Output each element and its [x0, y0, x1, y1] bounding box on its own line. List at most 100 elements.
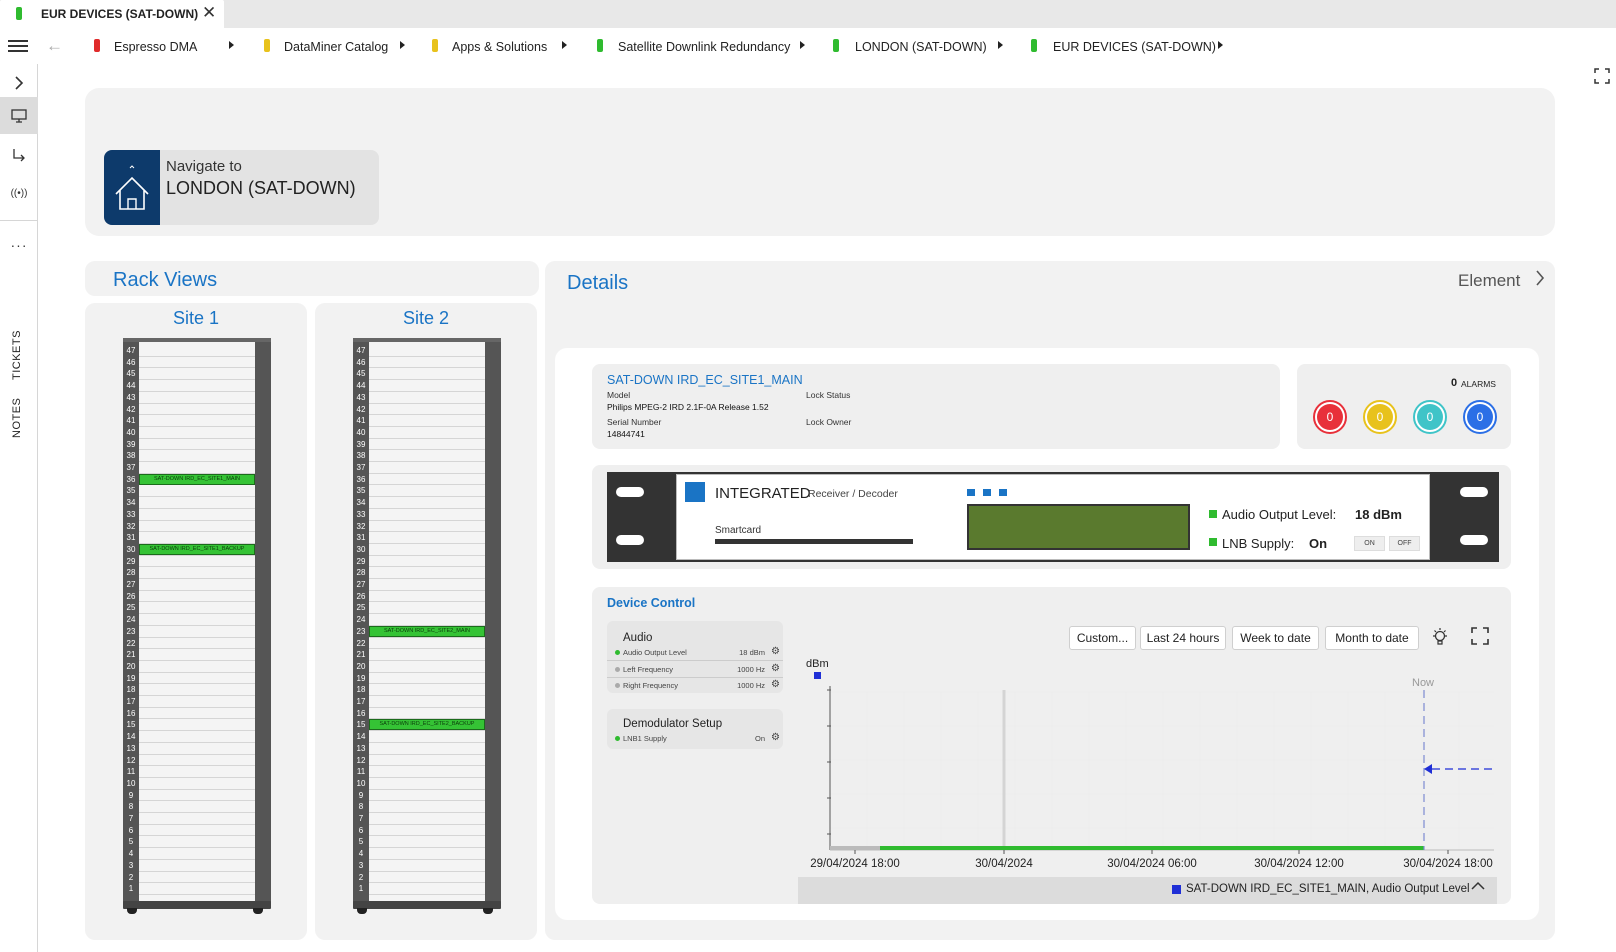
tab-eur-devices[interactable]: EUR DEVICES (SAT-DOWN) ✕ — [0, 0, 224, 28]
chevron-right-icon[interactable] — [562, 41, 567, 49]
lnb-on-button[interactable]: ON — [1354, 536, 1385, 551]
rack-wheel — [357, 908, 367, 914]
status-led-icon — [1031, 39, 1037, 52]
parameter-value: On — [754, 734, 765, 743]
chevron-right-icon[interactable] — [229, 41, 234, 49]
rack-unit-number: 47 — [356, 346, 366, 355]
rack-unit-number: 39 — [126, 439, 136, 449]
rack-unit-line — [139, 847, 255, 849]
fullscreen-icon[interactable] — [1471, 627, 1489, 645]
notes-tab[interactable]: NOTES — [11, 398, 23, 438]
fullscreen-icon[interactable] — [1594, 68, 1610, 84]
rack-unit-line — [139, 695, 255, 696]
status-led-icon — [16, 7, 22, 20]
rack-unit-number: 21 — [126, 650, 136, 660]
minor-alarm-indicator[interactable]: 0 — [1413, 400, 1447, 434]
status-led-icon — [615, 667, 620, 672]
breadcrumb: ← Espresso DMA DataMiner Catalog Apps & … — [0, 28, 1616, 64]
gear-icon[interactable]: ⚙ — [771, 679, 780, 690]
chevron-right-icon[interactable] — [800, 41, 805, 49]
chevron-right-icon[interactable] — [1218, 41, 1223, 49]
monitor-icon[interactable] — [0, 97, 38, 134]
rack-unit-number: 22 — [126, 638, 136, 648]
element-name[interactable]: SAT-DOWN IRD_EC_SITE1_MAIN — [607, 373, 803, 387]
month-to-date-button[interactable]: Month to date — [1325, 626, 1419, 650]
rack-unit-number: 9 — [358, 790, 364, 800]
rack-unit-line — [139, 648, 255, 650]
lnb-off-button[interactable]: OFF — [1389, 536, 1420, 551]
gear-icon[interactable]: ⚙ — [771, 663, 780, 674]
rack-views-header: Rack Views — [85, 261, 539, 296]
rack-unit-line — [139, 788, 255, 790]
audio-output-value: 18 dBm — [1355, 507, 1402, 522]
status-led-icon — [615, 683, 620, 688]
breadcrumb-label: Apps & Solutions — [452, 40, 548, 54]
rack-device[interactable]: SAT-DOWN IRD_EC_SITE1_BACKUP — [139, 543, 255, 555]
chevron-up-icon[interactable] — [1470, 879, 1486, 898]
critical-alarm-indicator[interactable]: 0 — [1313, 400, 1347, 434]
group-title: Demodulator Setup — [623, 718, 723, 730]
parameter-row[interactable]: Audio Output Level 18 dBm ⚙ — [607, 645, 783, 660]
trend-chart[interactable]: dBm 29/04/2024 18:00 30/04/2024 30/04/2024… — [800, 652, 1512, 872]
custom-range-button[interactable]: Custom... — [1069, 626, 1136, 650]
model-value: Philips MPEG-2 IRD 2.1F-0A Release 1.52 — [607, 402, 769, 412]
rack-unit-line — [369, 870, 485, 872]
parameter-name: Right Frequency — [623, 681, 679, 690]
last-24-hours-button[interactable]: Last 24 hours — [1140, 626, 1226, 650]
rack-unit-number: 47 — [126, 346, 136, 355]
major-alarm-indicator[interactable]: 0 — [1363, 400, 1397, 434]
back-arrow-icon[interactable]: ← — [46, 36, 63, 56]
rack-unit-line — [139, 683, 255, 685]
hamburger-menu-icon[interactable] — [8, 40, 28, 54]
device-control-title: Device Control — [607, 596, 696, 610]
rack-unit-line — [139, 379, 255, 381]
rack-unit-number: 2 — [358, 872, 364, 882]
week-to-date-button[interactable]: Week to date — [1232, 626, 1319, 650]
gear-icon[interactable]: ⚙ — [771, 646, 780, 657]
chevron-right-icon[interactable] — [400, 41, 405, 49]
rack-unit-number: 40 — [356, 427, 366, 437]
audio-parameter-group: Audio Audio Output Level 18 dBm ⚙ Left F… — [607, 621, 783, 693]
chevron-right-icon[interactable] — [1535, 269, 1545, 292]
navigate-button[interactable]: Navigate to LONDON (SAT-DOWN) — [104, 150, 379, 225]
rack-device[interactable]: SAT-DOWN IRD_EC_SITE1_MAIN — [139, 473, 255, 485]
indicator-led — [983, 489, 991, 496]
rack-unit-line — [369, 379, 485, 381]
parameter-value: 1000 Hz — [737, 665, 765, 674]
lightbulb-icon[interactable] — [1431, 627, 1449, 647]
rack-unit-number: 17 — [356, 697, 366, 706]
status-led-icon — [615, 736, 620, 741]
alarm-value: 0 — [1417, 404, 1443, 430]
broadcast-icon[interactable]: ((•)) — [0, 174, 38, 212]
chevron-right-icon[interactable] — [998, 41, 1003, 49]
rack-unit-number: 44 — [356, 381, 366, 391]
tickets-tab[interactable]: TICKETS — [11, 330, 23, 380]
x-axis-ticks: 29/04/2024 18:00 30/04/2024 30/04/2024 06:… — [810, 850, 1493, 870]
parameter-row[interactable]: Left Frequency 1000 Hz ⚙ — [607, 662, 783, 677]
alarm-value: 0 — [1467, 404, 1493, 430]
rack-unit-line — [369, 542, 485, 544]
parameter-row[interactable]: LNB1 Supply On ⚙ — [607, 731, 783, 746]
rack-unit-number: 16 — [126, 708, 136, 718]
more-icon[interactable]: ··· — [0, 226, 38, 264]
rack-unit-number: 39 — [356, 439, 366, 449]
now-label: Now — [1412, 677, 1434, 689]
rack-unit-line — [369, 695, 485, 696]
element-link[interactable]: Element — [1458, 271, 1520, 291]
warning-alarm-indicator[interactable]: 0 — [1463, 400, 1497, 434]
rack-unit-line — [139, 718, 255, 720]
gear-icon[interactable]: ⚙ — [771, 732, 780, 743]
close-icon[interactable]: ✕ — [202, 4, 216, 22]
brand-logo — [685, 482, 705, 502]
group-title: Audio — [623, 632, 653, 644]
rack-device[interactable]: SAT-DOWN IRD_EC_SITE2_MAIN — [369, 625, 485, 637]
rack-unit-line — [139, 601, 255, 603]
rack-unit-number: 29 — [356, 556, 366, 566]
rack-device[interactable]: SAT-DOWN IRD_EC_SITE2_BACKUP — [369, 719, 485, 731]
rack-unit-line — [369, 402, 485, 404]
rack-wheel — [483, 908, 493, 914]
breadcrumb-label: DataMiner Catalog — [284, 40, 389, 54]
parameter-row[interactable]: Right Frequency 1000 Hz ⚙ — [607, 678, 783, 693]
rack-unit-number: 38 — [126, 451, 136, 461]
route-icon[interactable] — [0, 136, 38, 174]
